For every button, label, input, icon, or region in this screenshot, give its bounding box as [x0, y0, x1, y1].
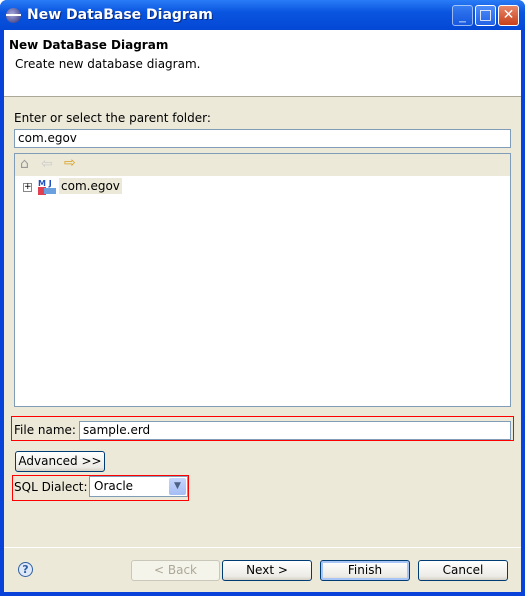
folder-tree[interactable]: ⌂ ⇦ ⇨ + M J com.egov [14, 153, 511, 407]
tree-node-label: com.egov [59, 178, 122, 194]
parent-folder-label: Enter or select the parent folder: [14, 111, 211, 125]
chevron-down-icon[interactable]: ▼ [169, 478, 186, 495]
wizard-description: Create new database diagram. [15, 57, 201, 71]
back-button[interactable]: < Back [131, 560, 220, 581]
advanced-button[interactable]: Advanced >> [15, 451, 105, 472]
wizard-title: New DataBase Diagram [9, 38, 169, 52]
file-name-input[interactable]: sample.erd [79, 421, 511, 440]
dialog-body: New DataBase Diagram Create new database… [4, 30, 521, 592]
project-icon: M J [38, 179, 56, 196]
next-button[interactable]: Next > [222, 560, 312, 581]
forward-arrow-icon[interactable]: ⇨ [64, 155, 76, 171]
sql-dialect-select[interactable]: Oracle ▼ [89, 476, 188, 497]
minimize-button[interactable]: _ [452, 5, 473, 26]
close-button[interactable]: ✕ [498, 5, 519, 26]
expand-icon[interactable]: + [23, 183, 32, 192]
tree-toolbar: ⌂ ⇦ ⇨ [15, 154, 510, 176]
help-icon[interactable]: ? [18, 562, 33, 577]
file-name-label: File name: [14, 423, 76, 437]
finish-button[interactable]: Finish [320, 560, 410, 581]
eclipse-logo-icon [6, 8, 21, 23]
back-arrow-icon[interactable]: ⇦ [41, 156, 53, 172]
maximize-button[interactable]: □ [475, 5, 496, 26]
sql-dialect-label: SQL Dialect: [14, 480, 88, 494]
title-bar[interactable]: New DataBase Diagram _ □ ✕ [0, 0, 525, 30]
wizard-header: New DataBase Diagram Create new database… [4, 30, 521, 97]
home-icon[interactable]: ⌂ [20, 156, 29, 172]
divider [4, 547, 521, 548]
sql-dialect-value: Oracle [94, 479, 134, 493]
dialog-window: New DataBase Diagram _ □ ✕ New DataBase … [0, 0, 525, 596]
parent-folder-input[interactable]: com.egov [14, 129, 511, 148]
window-title: New DataBase Diagram [27, 7, 213, 23]
cancel-button[interactable]: Cancel [418, 560, 508, 581]
